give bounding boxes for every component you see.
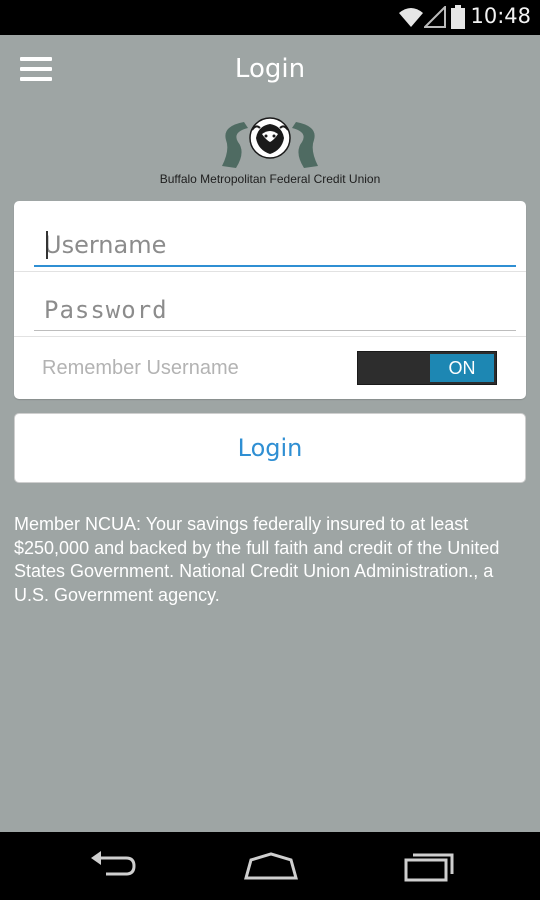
back-icon[interactable] (88, 850, 138, 882)
signal-icon (424, 6, 446, 28)
buffalo-logo-icon (222, 117, 318, 168)
password-row (14, 271, 526, 337)
home-icon[interactable] (243, 850, 299, 882)
login-button[interactable]: Login (14, 413, 526, 483)
remember-username-label: Remember Username (42, 357, 239, 379)
wifi-icon (399, 8, 423, 27)
logo-text: Buffalo Metropolitan Federal Credit Unio… (159, 172, 381, 186)
battery-icon (451, 5, 465, 29)
page-title: Login (234, 54, 306, 84)
status-time: 10:48 (470, 4, 531, 28)
text-cursor (46, 231, 48, 259)
password-input[interactable] (34, 290, 516, 331)
username-input[interactable] (34, 225, 516, 267)
username-row (14, 201, 526, 272)
toggle-state: ON (430, 354, 494, 382)
ncua-disclaimer: Member NCUA: Your savings federally insu… (14, 514, 500, 605)
remember-username-toggle[interactable]: ON (357, 351, 497, 385)
recents-icon[interactable] (403, 850, 455, 882)
system-nav-bar (0, 832, 540, 900)
app-bar: Login (0, 35, 540, 105)
login-card: Remember Username ON (14, 201, 526, 399)
credit-union-logo: Buffalo Metropolitan Federal Credit Unio… (140, 112, 400, 192)
status-bar: 10:48 (0, 0, 540, 35)
